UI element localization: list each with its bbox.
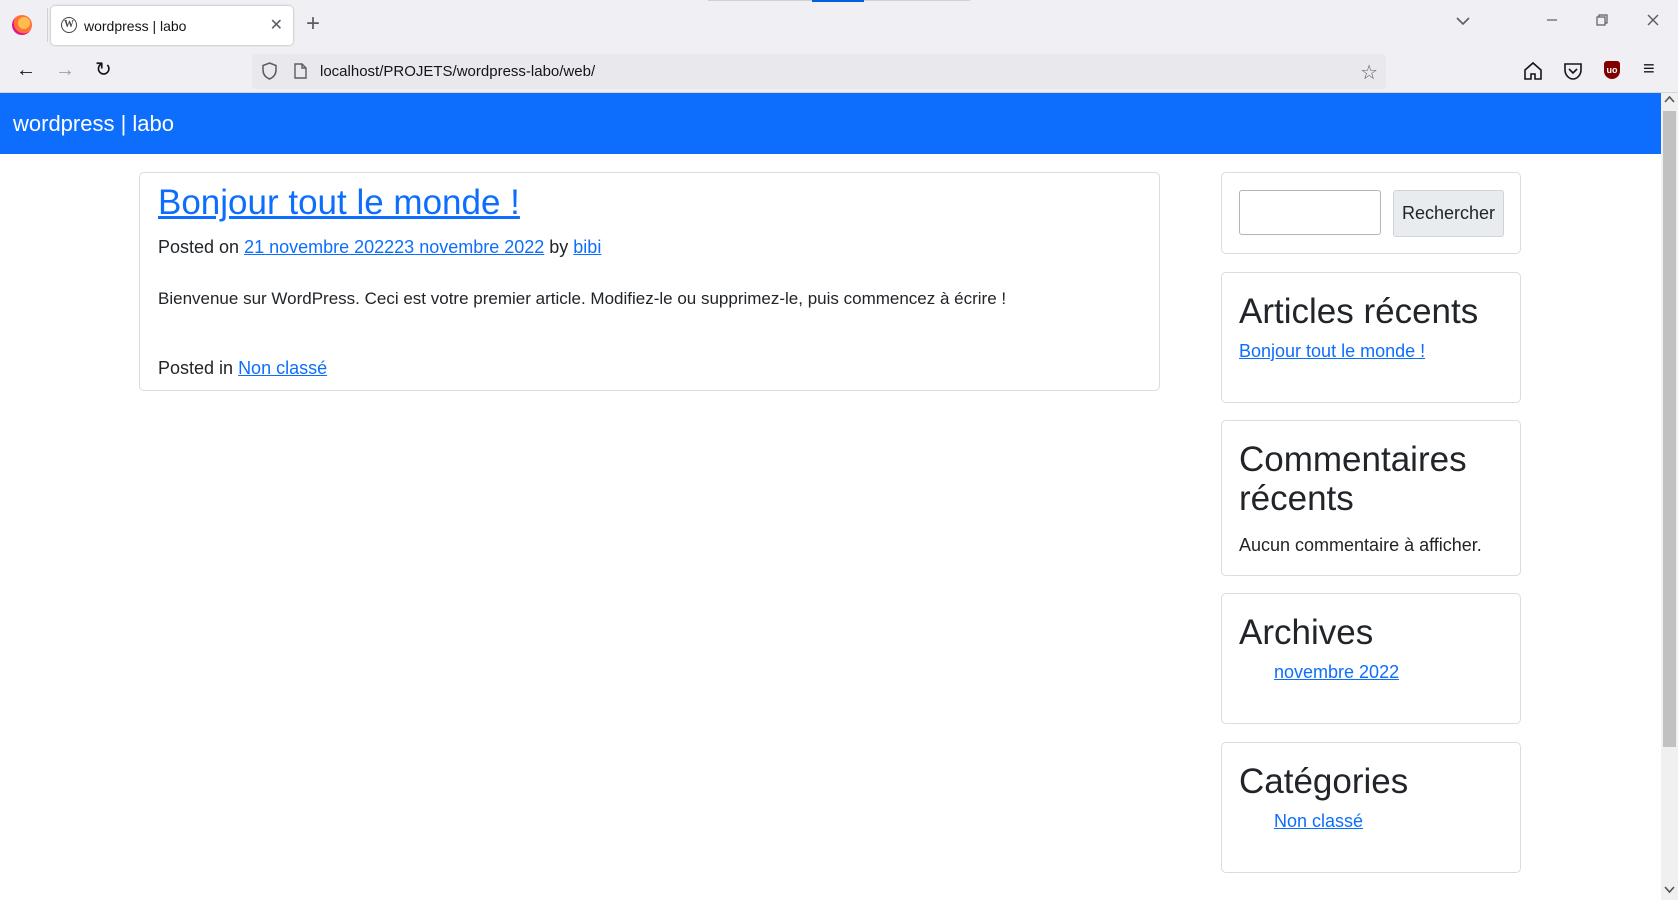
scroll-down-arrow-icon[interactable] [1664, 883, 1675, 897]
tab-separator [47, 8, 48, 42]
recent-comments-empty: Aucun commentaire à afficher. [1239, 535, 1482, 555]
post-card: Bonjour tout le monde ! Posted on 21 nov… [139, 172, 1160, 391]
post-date-link[interactable]: 21 novembre 202223 novembre 2022 [244, 237, 544, 257]
post-body: Bienvenue sur WordPress. Ceci est votre … [158, 289, 1007, 308]
browser-chrome: W wordpress | labo ✕ + ← → ↻ localhost/P… [0, 0, 1678, 93]
restore-button[interactable] [1595, 13, 1609, 32]
list-all-tabs-icon[interactable] [1455, 13, 1471, 31]
tab-strip: W wordpress | labo ✕ + [0, 0, 1678, 50]
forward-button[interactable]: → [55, 58, 75, 82]
archive-link[interactable]: novembre 2022 [1274, 662, 1399, 683]
page-info-icon[interactable] [294, 63, 307, 79]
post-title-link[interactable]: Bonjour tout le monde ! [158, 183, 520, 223]
archives-title: Archives [1239, 613, 1374, 652]
pocket-icon[interactable] [1562, 60, 1584, 82]
url-bar[interactable]: localhost/PROJETS/wordpress-labo/web/ ☆ [252, 54, 1386, 89]
search-button[interactable]: Rechercher [1393, 190, 1504, 237]
scrollbar-thumb[interactable] [1663, 111, 1676, 747]
vertical-scrollbar[interactable] [1661, 93, 1678, 900]
post-footer-prefix: Posted in [158, 358, 239, 378]
categories-widget: Catégories Non classé [1221, 742, 1521, 873]
home-icon[interactable] [1522, 60, 1544, 82]
recent-post-link[interactable]: Bonjour tout le monde ! [1239, 341, 1425, 362]
recent-comments-title-line2: récents [1239, 479, 1354, 518]
page-viewport: wordpress | labo Bonjour tout le monde !… [0, 93, 1678, 900]
navigation-toolbar: ← → ↻ localhost/PROJETS/wordpress-labo/w… [0, 50, 1678, 93]
new-tab-button[interactable]: + [306, 10, 320, 38]
recent-comments-widget: Commentaires récents Aucun commentaire à… [1221, 420, 1521, 576]
scroll-up-arrow-icon[interactable] [1664, 93, 1675, 107]
recent-comments-title-line1: Commentaires [1239, 440, 1467, 479]
tab-indicator [812, 0, 864, 2]
post-footer: Posted in Non classé [158, 358, 327, 379]
post-category-link[interactable]: Non classé [238, 358, 327, 378]
recent-posts-title: Articles récents [1239, 292, 1479, 331]
reload-button[interactable]: ↻ [95, 58, 112, 82]
tab-close-icon[interactable]: ✕ [270, 15, 283, 35]
firefox-logo-icon[interactable] [12, 15, 32, 35]
post-meta-prefix: Posted on [158, 237, 245, 257]
recent-posts-widget: Articles récents Bonjour tout le monde ! [1221, 272, 1521, 403]
post-meta-by: by [544, 237, 574, 257]
search-input[interactable] [1239, 190, 1381, 235]
tracking-shield-icon[interactable] [262, 62, 277, 80]
site-title[interactable]: wordpress | labo [13, 111, 174, 137]
archives-widget: Archives novembre 2022 [1221, 593, 1521, 724]
hamburger-menu-icon[interactable]: ≡ [1643, 58, 1655, 81]
tab-active[interactable]: W wordpress | labo ✕ [51, 6, 293, 45]
search-widget: Rechercher [1221, 172, 1521, 254]
back-button[interactable]: ← [16, 58, 36, 82]
wordpress-favicon-icon: W [61, 17, 77, 33]
site-header: wordpress | labo [0, 93, 1661, 154]
category-link[interactable]: Non classé [1274, 811, 1363, 832]
url-text[interactable]: localhost/PROJETS/wordpress-labo/web/ [320, 63, 595, 80]
post-meta: Posted on 21 novembre 202223 novembre 20… [158, 237, 601, 258]
close-window-button[interactable] [1646, 13, 1660, 32]
minimize-button[interactable] [1545, 13, 1559, 32]
categories-title: Catégories [1239, 762, 1409, 801]
bookmark-star-icon[interactable]: ☆ [1360, 60, 1378, 85]
tab-title: wordpress | labo [84, 18, 187, 34]
ublock-origin-icon[interactable]: uo [1604, 61, 1620, 79]
post-author-link[interactable]: bibi [573, 237, 601, 257]
